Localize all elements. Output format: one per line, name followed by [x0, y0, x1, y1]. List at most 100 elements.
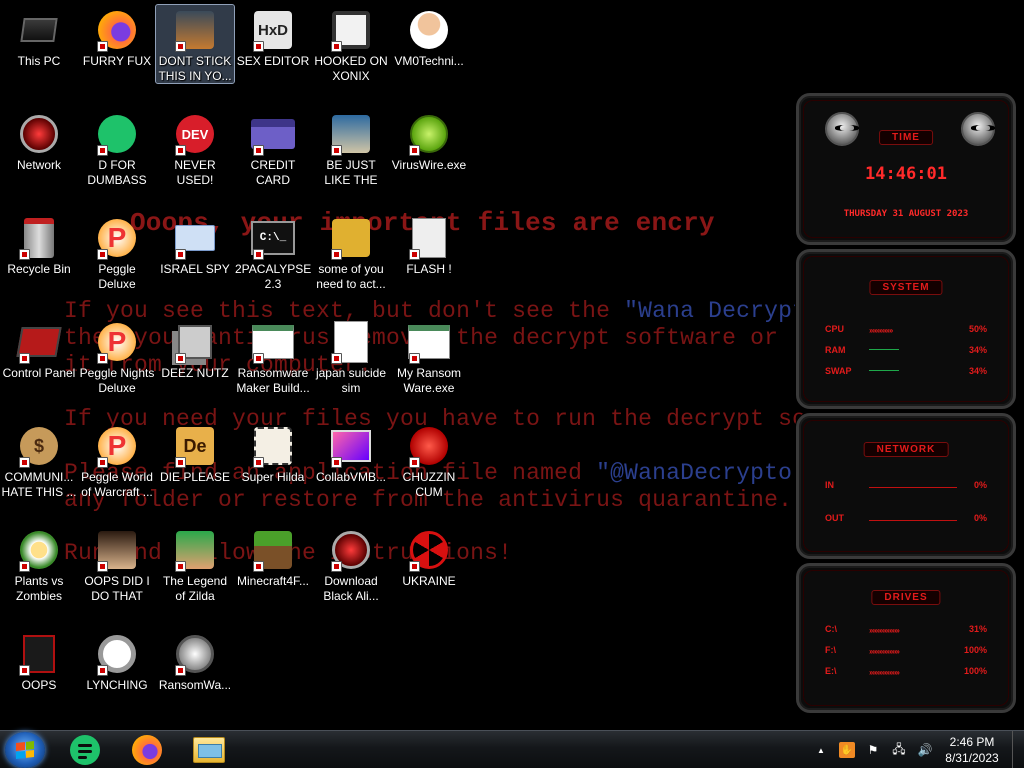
start-button[interactable] — [5, 732, 45, 768]
desktop-icon[interactable]: HOOKED ON XONIX — [312, 5, 390, 83]
desktop-icon[interactable]: Download Black Ali... — [312, 525, 390, 603]
desktop-icon-label: DIE PLEASE — [159, 470, 231, 484]
app-window-icon — [406, 319, 452, 365]
desktop-icon-label: OOPS — [21, 678, 57, 692]
desktop-icon[interactable]: Network — [0, 109, 78, 173]
widget-row-meter — [869, 346, 957, 354]
desktop-icon[interactable]: C:\_ 2PACALYPSE 2.3 — [234, 213, 312, 291]
skull-icon — [172, 631, 218, 677]
desktop-icon[interactable]: BE JUST LIKE THE DUDE! — [312, 109, 390, 187]
desktop-icon[interactable]: P Peggle World of Warcraft ... — [78, 421, 156, 499]
desktop-icon[interactable]: Recycle Bin — [0, 213, 78, 277]
desktop-icon[interactable]: Minecraft4F... — [234, 525, 312, 589]
flower-icon — [16, 527, 62, 573]
desktop-icon[interactable]: FLASH ! — [390, 213, 468, 277]
desktop-icon-label: FURRY FUX — [82, 54, 152, 68]
widget-clock: 14:46:01 — [865, 164, 947, 184]
widget-row-label: E:\ — [825, 666, 837, 676]
desktop-icon[interactable]: Ransomware Maker Build... — [234, 317, 312, 395]
desktop-icon[interactable]: CHUZZIN CUM — [390, 421, 468, 499]
desktop-icon-label: 2PACALYPSE 2.3 — [235, 262, 312, 291]
desktop-icon-label: Plants vs Zombies — [14, 574, 64, 603]
desktop-icon[interactable]: My Ransom Ware.exe — [390, 317, 468, 395]
show-hidden-icons-button[interactable]: ▲ — [808, 731, 834, 768]
widget-row: RAM 34% — [825, 343, 987, 357]
desktop-icon[interactable]: HxD SEX EDITOR — [234, 5, 312, 69]
widget-row-value: 31% — [968, 624, 987, 634]
doctor-icon — [406, 7, 452, 53]
desktop-icon[interactable]: Super Hilda — [234, 421, 312, 485]
desktop-icon-label: NEVER USED! — [174, 158, 216, 187]
desktop[interactable]: Ooops, your important files are encry If… — [0, 0, 1024, 730]
firefox-icon — [94, 7, 140, 53]
desktop-icon[interactable]: The Legend of Zilda — [156, 525, 234, 603]
network-icon — [16, 111, 62, 157]
xonix-icon — [328, 7, 374, 53]
desktop-icon[interactable]: ISRAEL SPY — [156, 213, 234, 277]
taskbar-notes-app[interactable] — [58, 733, 112, 767]
folder-icon — [193, 737, 225, 763]
desktop-icon-label: D FOR DUMBASS — [87, 158, 147, 187]
desktop-icon-label: japan suicide sim — [315, 366, 387, 395]
widget-row-label: F:\ — [825, 645, 836, 655]
desktop-icon[interactable]: CollabVMB... — [312, 421, 390, 485]
desktop-icon[interactable]: This PC — [0, 5, 78, 69]
flash-icon — [406, 215, 452, 261]
tray-app-icon[interactable]: ✋ — [834, 731, 860, 768]
desktop-icon-label: Peggle Deluxe — [98, 262, 136, 291]
dog-icon — [328, 215, 374, 261]
time-widget-title: TIME — [879, 130, 933, 145]
desktop-icon[interactable]: CREDIT CARD CHECKER — [234, 109, 312, 187]
widget-row: F:\ ›››››››››››››››››› 100% — [825, 643, 987, 657]
desktop-icon[interactable]: RansomWa... — [156, 629, 234, 693]
desktop-icon-label: BE JUST LIKE THE DUDE! — [324, 158, 378, 187]
network-status-icon[interactable]: 🖧 — [886, 731, 912, 768]
desktop-icon-label: The Legend of Zilda — [162, 574, 228, 603]
desktop-icon[interactable]: Plants vs Zombies — [0, 525, 78, 603]
widget-row-value: 34% — [968, 345, 987, 355]
desktop-icon-label: RansomWa... — [158, 678, 232, 692]
desktop-icon[interactable]: UKRAINE — [390, 525, 468, 589]
desktop-icon[interactable]: D FOR DUMBASS — [78, 109, 156, 187]
desktop-icon[interactable]: OOPS — [0, 629, 78, 693]
alienware-icon — [328, 527, 374, 573]
taskbar-clock[interactable]: 2:46 PM 8/31/2023 — [938, 734, 1006, 766]
taskbar-firefox-app[interactable] — [120, 733, 174, 767]
gnome-icon — [328, 111, 374, 157]
desktop-icon-label: CHUZZIN CUM — [402, 470, 456, 499]
dragon-icon — [172, 7, 218, 53]
widget-row-value: 0% — [973, 513, 987, 523]
windows-logo-icon — [16, 741, 34, 759]
desktop-icon[interactable]: VM0Techni... — [390, 5, 468, 69]
hxd-icon: HxD — [250, 7, 296, 53]
desktop-icon[interactable]: FURRY FUX — [78, 5, 156, 69]
system-widget-title: SYSTEM — [869, 280, 943, 295]
taskbar: ▲ ✋ ⚑ 🖧 🔊 2:46 PM 8/31/2023 — [0, 730, 1024, 768]
volume-icon[interactable]: 🔊 — [912, 731, 938, 768]
desktop-icon[interactable]: $ COMMUNI... HATE THIS ... — [0, 421, 78, 499]
desktop-icon[interactable]: japan suicide sim — [312, 317, 390, 395]
widget-date: THURSDAY 31 AUGUST 2023 — [843, 209, 969, 219]
widget-row: SWAP 34% — [825, 364, 987, 378]
desktop-icon[interactable]: some of you need to act... — [312, 213, 390, 291]
show-desktop-button[interactable] — [1012, 731, 1024, 768]
desktop-icon[interactable]: LYNCHING — [78, 629, 156, 693]
desktop-icon[interactable]: DEEZ NUTZ — [156, 317, 234, 381]
desktop-icon-label: DEEZ NUTZ — [161, 366, 229, 380]
desktop-icon[interactable]: VirusWire.exe — [390, 109, 468, 173]
desktop-icon[interactable]: DEV NEVER USED! — [156, 109, 234, 187]
desktop-icon[interactable]: P Peggle Nights Deluxe — [78, 317, 156, 395]
desktop-icon-label: HOOKED ON XONIX — [314, 54, 388, 83]
desktop-icon[interactable]: P Peggle Deluxe — [78, 213, 156, 291]
desktop-icon[interactable]: OOPS DID I DO THAT — [78, 525, 156, 603]
desktop-icon[interactable]: DONT STICK THIS IN YO... — [155, 4, 235, 84]
desktop-icon-label: VirusWire.exe — [391, 158, 467, 172]
taskbar-explorer-app[interactable] — [182, 733, 236, 767]
widget-row: E:\ ›››››››››››››››››› 100% — [825, 664, 987, 678]
desktop-icon[interactable]: Control Panel — [0, 317, 78, 381]
action-center-flag-icon[interactable]: ⚑ — [860, 731, 886, 768]
desktop-icon[interactable]: De DIE PLEASE — [156, 421, 234, 485]
desktop-icon-label: DONT STICK THIS IN YO... — [158, 54, 232, 83]
knot-icon — [94, 631, 140, 677]
widget-row: CPU ›››››››››››››› 50% — [825, 322, 987, 336]
